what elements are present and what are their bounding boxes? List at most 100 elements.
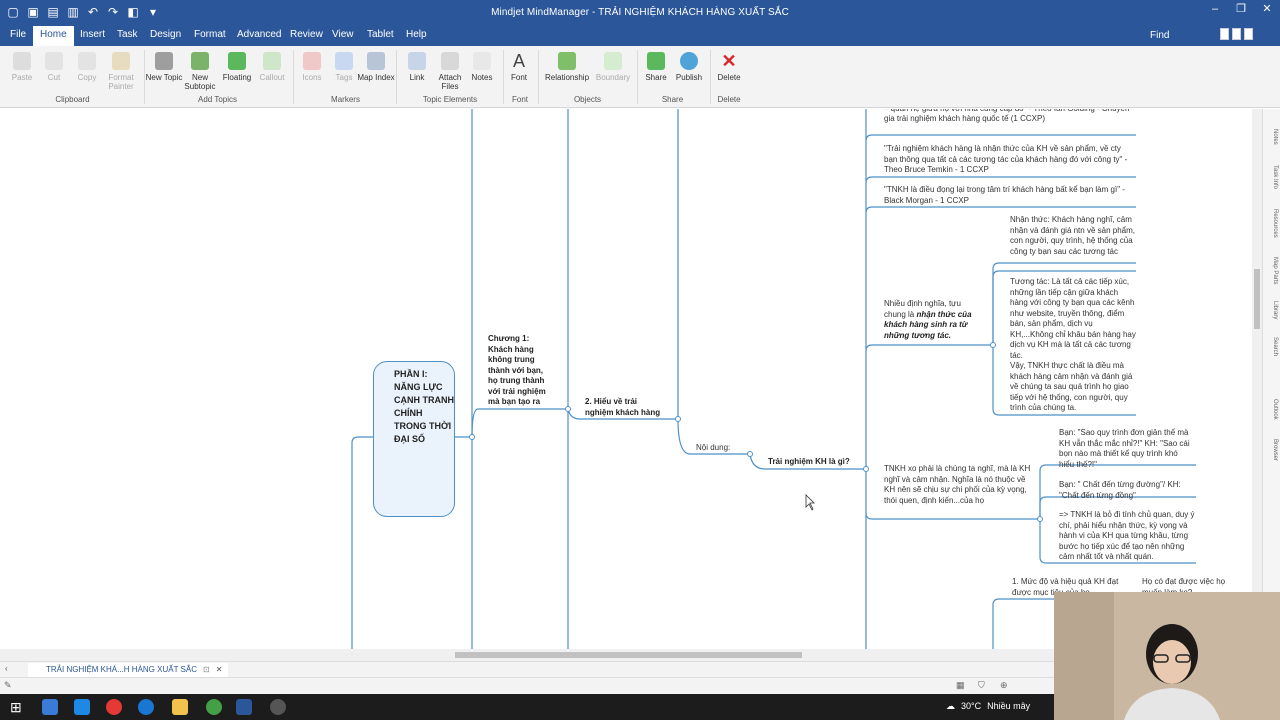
boundary-button[interactable]: Boundary (593, 52, 633, 82)
new-subtopic-icon (191, 52, 209, 70)
browser-icon[interactable] (206, 699, 222, 715)
weather-widget[interactable]: ☁ 30°C Nhiều mây (946, 701, 1030, 712)
boundary-icon (604, 52, 622, 70)
sidebar-tab-library[interactable]: Library (1266, 301, 1278, 319)
topic-tnkh-is[interactable]: TNKH xo phải là chúng ta nghĩ, mà là KH … (884, 464, 1034, 506)
windows-start-icon[interactable]: ⊞ (10, 699, 22, 716)
tab-file[interactable]: File (10, 29, 26, 40)
collapse-handle[interactable] (990, 342, 996, 348)
tab-insert[interactable]: Insert (80, 29, 105, 40)
new-topic-icon (155, 52, 173, 70)
topic-dialog1[interactable]: Bạn: "Sao quy trình đơn giản thế mà KH v… (1059, 428, 1195, 470)
mindmanager-taskbar-icon[interactable] (236, 699, 252, 715)
callout-button[interactable]: Callout (252, 52, 292, 82)
sidebar-tab-map-parts[interactable]: Map Parts (1266, 257, 1278, 284)
mail-icon[interactable] (42, 699, 58, 715)
new-topic-button[interactable]: New Topic (144, 52, 184, 82)
new-subtopic-button[interactable]: New Subtopic (180, 52, 220, 91)
collapse-handle[interactable] (675, 416, 681, 422)
tab-review[interactable]: Review (290, 29, 323, 40)
font-button[interactable]: A Font (499, 52, 539, 82)
floating-button[interactable]: Floating (217, 52, 257, 82)
vertical-scrollbar[interactable] (1252, 109, 1262, 649)
file-explorer-icon[interactable] (172, 699, 188, 715)
ribbon-toggle-icon[interactable] (1244, 28, 1253, 40)
topic-many-definitions[interactable]: Nhiều định nghĩa, tựu chung là nhận thức… (884, 299, 980, 341)
tab-home[interactable]: Home (33, 26, 74, 46)
pen-icon[interactable]: ✎ (4, 680, 12, 691)
connector-chapter-underline (471, 408, 568, 438)
group-share: Share (661, 95, 684, 104)
collapse-handle[interactable] (863, 466, 869, 472)
options-icon[interactable] (1232, 28, 1241, 40)
sidebar-tab-outlook[interactable]: Outlook (1266, 399, 1278, 420)
topic-perception[interactable]: Nhận thức: Khách hàng nghĩ, cảm nhận và … (1010, 215, 1136, 257)
sidebar-tab-search[interactable]: Search (1266, 337, 1278, 356)
scroll-thumb[interactable] (1254, 269, 1260, 329)
topic-section2[interactable]: 2. Hiểu về trải nghiệm khách hàng (585, 397, 667, 418)
tab-tablet[interactable]: Tablet (367, 29, 394, 40)
notes-button[interactable]: Notes (462, 52, 502, 82)
app-icon[interactable] (270, 699, 286, 715)
view-mode-icon[interactable]: ▦ (956, 680, 965, 691)
scissors-icon (45, 52, 63, 70)
tab-scroll-left-icon[interactable]: ‹ (5, 664, 8, 673)
connector-quote-morgan (865, 206, 1136, 214)
topic-conclusion[interactable]: => TNKH là bỏ đi tính chủ quan, duy ý ch… (1059, 510, 1195, 563)
collapse-handle[interactable] (747, 451, 753, 457)
mouse-cursor (805, 494, 815, 511)
scroll-thumb[interactable] (455, 652, 802, 658)
cloud-icon (680, 52, 698, 70)
pin-icon[interactable]: ⊡ (203, 665, 210, 674)
topic-question[interactable]: Trải nghiệm KH là gì? (768, 457, 864, 468)
minimize-icon[interactable]: – (1202, 0, 1228, 20)
map-index-button[interactable]: Map Index (356, 52, 396, 82)
delete-button[interactable]: ✕ Delete (709, 52, 749, 82)
relationship-button[interactable]: Relationship (544, 52, 590, 82)
restore-icon[interactable]: ❐ (1228, 0, 1254, 20)
tab-format[interactable]: Format (194, 29, 226, 40)
publish-button[interactable]: Publish (669, 52, 709, 82)
store-icon[interactable] (74, 699, 90, 715)
title-bar: ▢ ▣ ▤ ▥ ↶ ↷ ◧ ▾ Mindjet MindManager - TR… (0, 0, 1280, 26)
copy-icon (78, 52, 96, 70)
tab-design[interactable]: Design (150, 29, 181, 40)
presenter-video (1054, 592, 1280, 720)
collapse-handle[interactable] (1037, 516, 1043, 522)
task-pane-tabs: Notes Task Info Resources Map Parts Libr… (1262, 109, 1280, 669)
group-font: Font (511, 95, 528, 104)
close-tab-icon[interactable]: ✕ (216, 665, 223, 674)
topic-quote-temkin[interactable]: "Trải nghiệm khách hàng là nhận thức của… (884, 144, 1136, 176)
topic-chapter1[interactable]: Chương 1: Khách hàng không trung thành v… (488, 334, 552, 408)
paperclip-icon (441, 52, 459, 70)
edge-icon[interactable] (138, 699, 154, 715)
sidebar-tab-notes[interactable]: Notes (1266, 129, 1278, 145)
collapse-handle[interactable] (469, 434, 475, 440)
document-tab[interactable]: TRẢI NGHIỆM KHÁ...H HÀNG XUẤT SẮC ⊡ ✕ (28, 663, 229, 677)
tab-help[interactable]: Help (406, 29, 427, 40)
central-topic[interactable]: PHẦN I: NĂNG LỰC CẠNH TRANH CHÍNH TRONG … (373, 361, 455, 517)
connector-many-defs (865, 344, 993, 352)
sidebar-tab-task-info[interactable]: Task Info (1266, 165, 1278, 189)
tab-advanced[interactable]: Advanced (237, 29, 281, 40)
close-window-icon[interactable]: ✕ (1254, 0, 1280, 20)
find-label[interactable]: Find (1150, 30, 1169, 41)
tab-view[interactable]: View (332, 29, 354, 40)
chrome-icon[interactable] (106, 699, 122, 715)
filter-icon[interactable]: ⛉ (978, 680, 985, 691)
topic-quote-golding[interactable]: khách hàng và tất cả các tương tác giữa … (884, 109, 1134, 135)
group-topic-elements: Topic Elements (422, 95, 478, 104)
topic-quote-morgan[interactable]: "TNKH là điều đọng lại trong tâm trí khá… (884, 185, 1136, 206)
tab-task[interactable]: Task (117, 29, 138, 40)
topic-interaction[interactable]: Tương tác: Là tất cả các tiếp xúc, những… (1010, 277, 1138, 361)
map-canvas[interactable]: PHẦN I: NĂNG LỰC CẠNH TRANH CHÍNH TRONG … (0, 109, 1252, 649)
format-painter-button[interactable]: Format Painter (101, 52, 141, 91)
sidebar-tab-browser[interactable]: Browser (1266, 439, 1278, 461)
topic-content-label[interactable]: Nội dung: (696, 443, 746, 454)
topic-so-tnkh[interactable]: Vậy, TNKH thực chất là điều mà khách hàn… (1010, 361, 1138, 414)
collapse-handle[interactable] (565, 406, 571, 412)
sidebar-tab-resources[interactable]: Resources (1266, 209, 1278, 238)
find-box-icon[interactable] (1220, 28, 1229, 40)
zoom-icon[interactable]: ⊕ (1000, 680, 1008, 691)
topic-dialog2[interactable]: Bạn: " Chất đến từng đường"/ KH: "Chất đ… (1059, 480, 1195, 501)
